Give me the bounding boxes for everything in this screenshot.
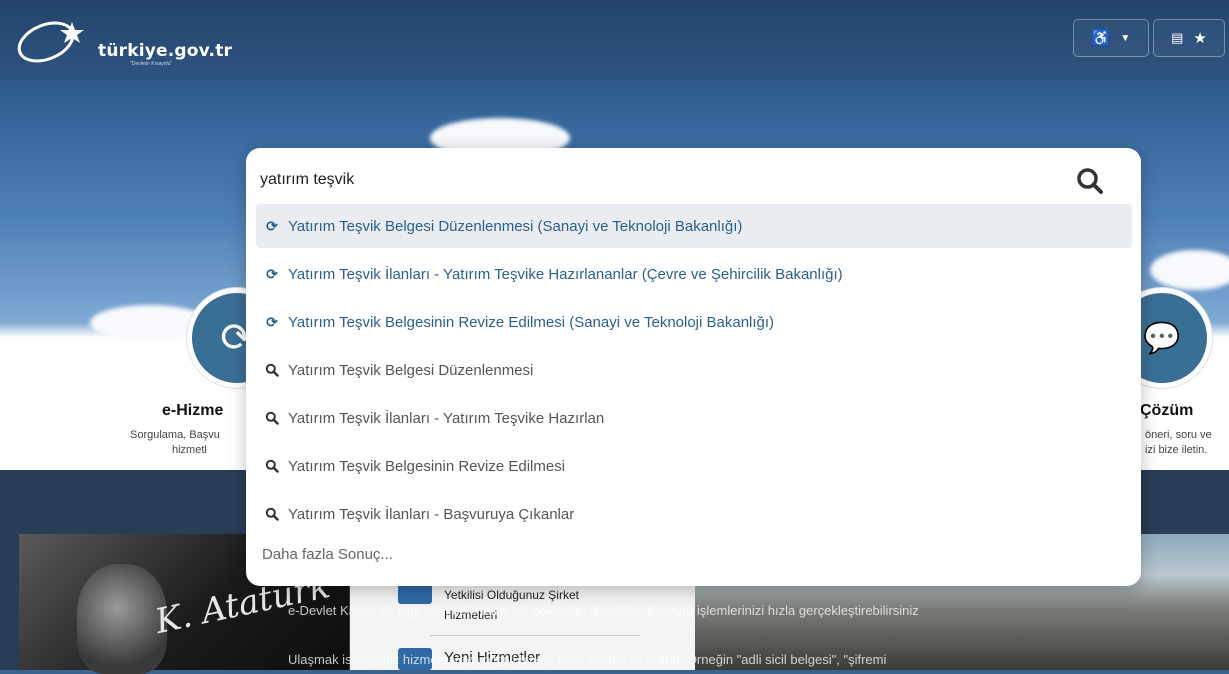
id-card-icon: ▤: [1171, 30, 1184, 45]
logo-emblem-icon: [17, 21, 84, 63]
suggestion-label: Yatırım Teşvik İlanları - Başvuruya Çıka…: [288, 505, 575, 523]
cloud-decoration: [1150, 250, 1229, 290]
suggestion-service-item[interactable]: ⟳ Yatırım Teşvik Belgesinin Revize Edilme…: [256, 300, 1132, 344]
portrait-image: [77, 564, 167, 674]
solution-desc: öneri, soru ve: [1145, 429, 1212, 441]
chat-icon: 💬: [1143, 321, 1181, 355]
wheelchair-icon: ♿: [1091, 30, 1111, 47]
suggestion-search-item[interactable]: Yatırım Teşvik İlanları - Başvuruya Çıka…: [256, 492, 1132, 536]
more-results-link[interactable]: Daha fazla Sonuç...: [262, 546, 393, 563]
solution-title: Çözüm: [1140, 402, 1194, 419]
search-icon: [264, 459, 280, 473]
refresh-icon: ⟳: [266, 217, 278, 234]
suggestion-label: Yatırım Teşvik Belgesi Düzenlenmesi: [288, 361, 534, 379]
intro-text: e-Devlet Kapısı ile bilgi edinmelerinize…: [288, 603, 919, 618]
search-icon: [1077, 168, 1103, 194]
site-logo[interactable]: türkiye.gov.tr "Devletin Kısayolu": [10, 14, 270, 68]
suggestion-search-item[interactable]: Yatırım Teşvik İlanları - Yatırım Teşvik…: [256, 396, 1132, 440]
search-icon: [264, 507, 280, 521]
e-services-desc: hizmetl: [172, 444, 207, 456]
suggestion-label: Yatırım Teşvik Belgesinin Revize Edilmes…: [288, 313, 775, 331]
suggestion-service-item[interactable]: ⟳ Yatırım Teşvik Belgesi Düzenlenmesi (Sa…: [256, 204, 1132, 248]
star-icon: ★: [1193, 30, 1207, 47]
e-services-title: e-Hizme: [162, 402, 224, 419]
e-services-desc: Sorgulama, Başvu: [130, 429, 220, 441]
search-icon: [264, 411, 280, 425]
search-dropdown: ⟳ Yatırım Teşvik Belgesi Düzenlenmesi (Sa…: [246, 148, 1141, 586]
top-header: türkiye.gov.tr "Devletin Kısayolu" ♿ ▼ ▤…: [0, 0, 1229, 80]
accessibility-button[interactable]: ♿ ▼: [1073, 19, 1149, 57]
refresh-icon: ⟳: [266, 313, 278, 330]
search-input[interactable]: [260, 166, 1050, 194]
favorites-button[interactable]: ▤ ★: [1153, 19, 1225, 57]
suggestion-label: Yatırım Teşvik Belgesi Düzenlenmesi (San…: [288, 217, 743, 235]
search-icon: [264, 363, 280, 377]
suggestion-service-item[interactable]: ⟳ Yatırım Teşvik İlanları - Yatırım Teşvi…: [256, 252, 1132, 296]
suggestion-label: Yatırım Teşvik İlanları - Yatırım Teşvik…: [288, 265, 843, 283]
suggestion-label: Yatırım Teşvik İlanları - Yatırım Teşvik…: [288, 409, 605, 427]
refresh-icon: ⟳: [266, 265, 278, 282]
suggestion-label: Yatırım Teşvik Belgesinin Revize Edilmes…: [288, 457, 566, 475]
divider: [430, 635, 640, 636]
solution-desc: izi bize iletin.: [1145, 444, 1208, 456]
suggestion-search-item[interactable]: Yatırım Teşvik Belgesi Düzenlenmesi: [256, 348, 1132, 392]
logo-text: türkiye.gov.tr: [98, 41, 233, 61]
company-services-link[interactable]: Yetkilisi Olduğunuz Şirket: [444, 588, 579, 602]
logo-subtext: "Devletin Kısayolu": [130, 61, 173, 67]
suggestion-search-item[interactable]: Yatırım Teşvik Belgesinin Revize Edilmes…: [256, 444, 1132, 488]
chevron-down-icon: ▼: [1120, 32, 1131, 44]
search-button[interactable]: [1071, 163, 1109, 199]
intro-text-2: Ulaşmak istediğiniz hizmete veya bilgiyi…: [288, 652, 887, 667]
